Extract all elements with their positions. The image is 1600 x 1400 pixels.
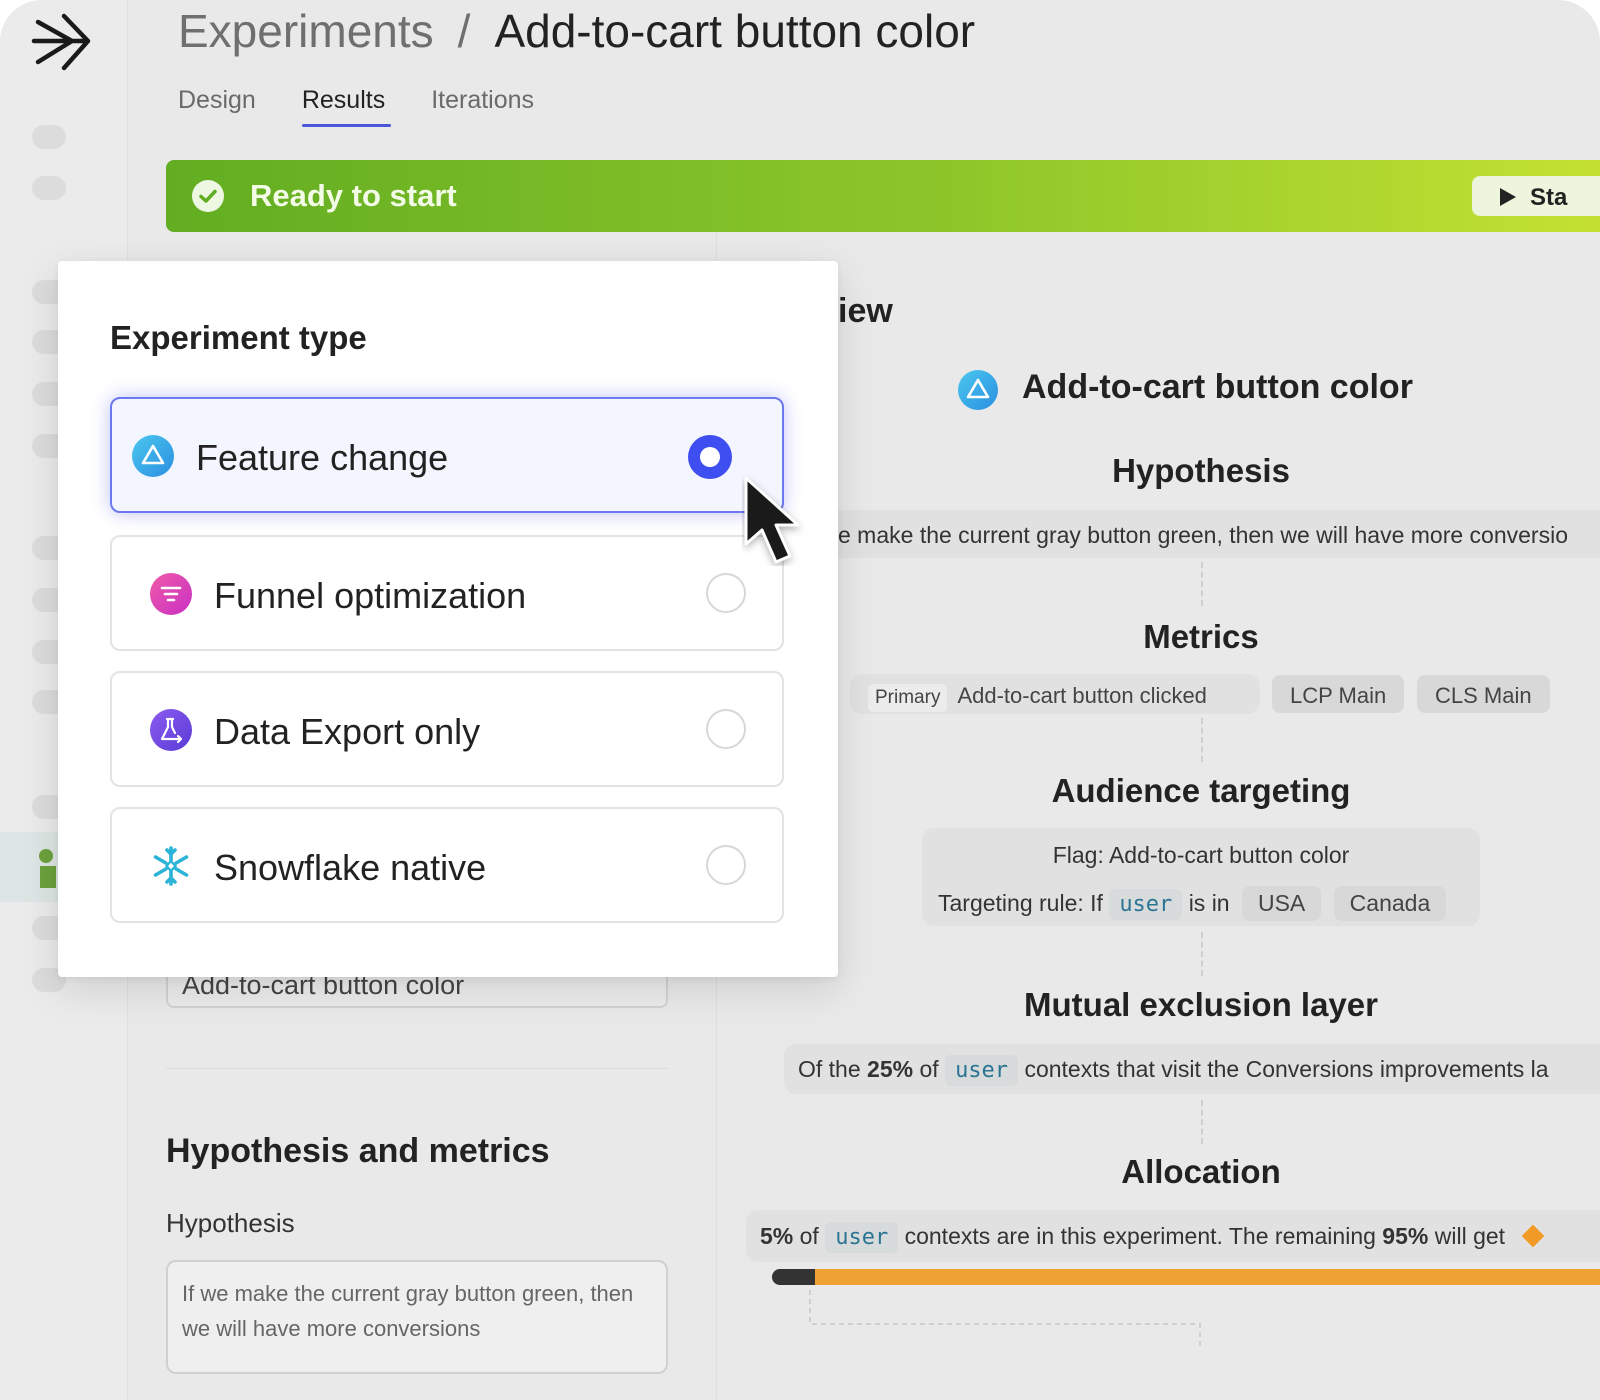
start-button[interactable]: Sta <box>1472 176 1600 216</box>
connector-line <box>1201 932 1203 976</box>
tab-bar: Design Results Iterations <box>178 86 534 127</box>
primary-tag: Primary <box>868 684 948 712</box>
mutual-exclusion-text: Of the 25% of user contexts that visit t… <box>798 1055 1549 1086</box>
hypothesis-label: Hypothesis <box>166 1208 295 1238</box>
funnel-icon <box>150 573 192 615</box>
mx-of: of <box>919 1056 939 1082</box>
hypothesis-summary: e make the current gray button green, th… <box>838 522 1568 548</box>
snowflake-icon <box>153 846 189 886</box>
allocation-bar-fill <box>772 1269 815 1285</box>
mouse-pointer-icon <box>744 476 800 564</box>
option-feature-change[interactable]: Feature change <box>110 397 784 513</box>
allocation-suffix: will get <box>1434 1223 1506 1249</box>
fallback-variation-icon <box>1522 1224 1545 1248</box>
play-icon <box>1500 187 1516 206</box>
section-divider <box>166 1068 668 1069</box>
tab-iterations[interactable]: Iterations <box>431 86 534 127</box>
sidebar-item[interactable] <box>32 125 66 149</box>
triangle-icon <box>132 435 174 477</box>
experiment-type-dialog: Experiment type Feature change Funnel op… <box>58 261 838 977</box>
experiments-icon <box>39 849 56 888</box>
context-kind-code: user <box>945 1055 1019 1086</box>
allocation-connector <box>809 1290 1201 1350</box>
breadcrumb-separator: / <box>457 5 471 57</box>
option-snowflake-native[interactable]: Snowflake native <box>110 807 784 923</box>
triangle-icon <box>958 370 998 410</box>
context-kind-code: user <box>1109 889 1183 920</box>
metric-chip[interactable]: LCP Main <box>1272 675 1405 713</box>
section-title: Hypothesis and metrics <box>166 1132 550 1170</box>
metric-chip[interactable]: CLS Main <box>1417 675 1550 713</box>
option-label: Snowflake native <box>214 847 487 888</box>
hypothesis-title: Hypothesis <box>1112 452 1290 489</box>
metrics-title: Metrics <box>1143 618 1259 655</box>
allocation-of: of <box>799 1223 819 1249</box>
connector-line <box>1201 562 1203 606</box>
connector-line <box>1201 1100 1203 1144</box>
rule-value: Canada <box>1333 886 1447 921</box>
audience-title: Audience targeting <box>1051 772 1351 809</box>
option-label: Data Export only <box>214 711 481 752</box>
flask-export-icon <box>150 709 192 751</box>
hypothesis-textarea[interactable]: If we make the current gray button green… <box>166 1260 668 1374</box>
metric-chip-primary[interactable]: Primary Add-to-cart button clicked <box>850 675 1225 713</box>
tab-design[interactable]: Design <box>178 86 256 127</box>
breadcrumb: Experiments / Add-to-cart button color <box>178 4 975 58</box>
experiment-name: Add-to-cart button color <box>1022 368 1413 406</box>
radio-selected[interactable] <box>688 435 732 479</box>
start-button-label: Sta <box>1530 184 1568 211</box>
mutual-exclusion-title: Mutual exclusion layer <box>1024 986 1378 1023</box>
audience-flag: Flag: Add-to-cart button color <box>1052 842 1350 868</box>
experiment-title: Add-to-cart button color <box>958 368 1413 410</box>
allocation-title: Allocation <box>1121 1153 1281 1190</box>
rule-prefix: Targeting rule: If <box>938 890 1103 916</box>
metric-name: Add-to-cart button clicked <box>957 683 1207 708</box>
option-data-export-only[interactable]: Data Export only <box>110 671 784 787</box>
overview-heading: iew <box>838 292 893 330</box>
context-kind-code: user <box>825 1222 899 1253</box>
allocation-text: 5% of user contexts are in this experime… <box>760 1222 1545 1253</box>
status-banner: Ready to start Sta <box>166 160 1600 232</box>
allocation-bar <box>772 1269 1600 1285</box>
breadcrumb-parent[interactable]: Experiments <box>178 5 434 57</box>
allocation-remaining: 95% <box>1382 1223 1429 1249</box>
page-title: Add-to-cart button color <box>494 5 976 57</box>
option-funnel-optimization[interactable]: Funnel optimization <box>110 535 784 651</box>
mx-suffix: contexts that visit the Conversions impr… <box>1024 1056 1549 1082</box>
option-label: Feature change <box>196 437 449 478</box>
mx-prefix: Of the <box>798 1056 861 1082</box>
mx-percent: 25% <box>867 1056 914 1082</box>
targeting-rule: Targeting rule: If user is in USA Canada <box>938 886 1447 921</box>
sidebar-item[interactable] <box>32 176 66 200</box>
allocation-middle: contexts are in this experiment. The rem… <box>904 1223 1376 1249</box>
connector-line <box>1201 718 1203 762</box>
radio-unselected[interactable] <box>706 709 746 749</box>
check-circle-icon <box>192 180 224 212</box>
rule-operator: is in <box>1188 890 1230 916</box>
tab-results[interactable]: Results <box>301 86 392 127</box>
option-label: Funnel optimization <box>214 575 527 616</box>
dialog-title: Experiment type <box>110 319 367 356</box>
rule-value: USA <box>1241 886 1322 921</box>
allocation-percent: 5% <box>760 1223 794 1249</box>
radio-unselected[interactable] <box>706 845 746 885</box>
app-window: Experiments / Add-to-cart button color Des… <box>0 0 1600 1400</box>
logo-icon[interactable] <box>30 8 96 74</box>
status-text: Ready to start <box>250 178 457 213</box>
radio-unselected[interactable] <box>706 573 746 613</box>
